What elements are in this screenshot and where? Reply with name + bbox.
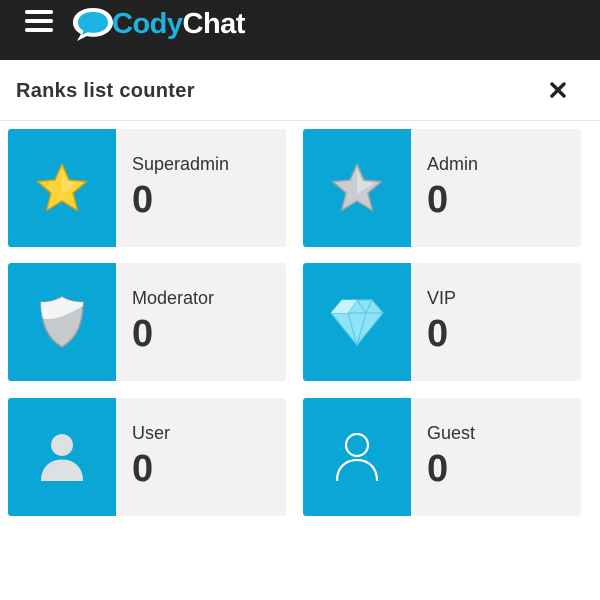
- rank-icon-box: [303, 398, 411, 516]
- top-bar: CodyChat: [0, 0, 600, 60]
- chat-bubble-logo-icon: [73, 8, 113, 41]
- rank-card-vip: VIP 0: [303, 263, 581, 381]
- rank-card-user: User 0: [8, 398, 286, 516]
- shield-icon: [40, 296, 84, 348]
- rank-card-moderator: Moderator 0: [8, 263, 286, 381]
- panel-title: Ranks list counter: [16, 80, 195, 102]
- rank-label: VIP: [427, 288, 457, 308]
- logo-text-chat: Chat: [182, 7, 246, 40]
- rank-icon-box: [8, 129, 116, 247]
- panel-header: Ranks list counter: [0, 60, 600, 121]
- rank-icon-box: [8, 263, 116, 381]
- rank-card-guest: Guest 0: [303, 398, 581, 516]
- rank-card-admin: Admin 0: [303, 129, 581, 247]
- rank-label: User: [132, 423, 171, 443]
- rank-icon-box: [8, 398, 116, 516]
- rank-icon-box: [303, 263, 411, 381]
- rank-count: 0: [132, 313, 154, 355]
- rank-count: 0: [132, 448, 154, 490]
- logo-text: CodyChat: [112, 8, 245, 41]
- silver-star-icon: [331, 163, 383, 212]
- hamburger-menu-icon[interactable]: [25, 10, 53, 34]
- rank-label: Moderator: [132, 288, 215, 308]
- rank-count: 0: [427, 179, 449, 221]
- user-outline-icon: [335, 432, 379, 482]
- rank-icon-box: [303, 129, 411, 247]
- logo[interactable]: CodyChat: [70, 2, 245, 46]
- rank-label: Admin: [427, 154, 479, 174]
- rank-card-superadmin: Superadmin 0: [8, 129, 286, 247]
- rank-count: 0: [427, 448, 449, 490]
- rank-count: 0: [132, 179, 154, 221]
- close-icon[interactable]: [546, 78, 570, 102]
- logo-text-cody: Cody: [112, 7, 183, 40]
- user-icon: [41, 434, 83, 481]
- rank-count: 0: [427, 313, 449, 355]
- rank-label: Guest: [427, 423, 476, 443]
- gold-star-icon: [36, 163, 88, 212]
- rank-label: Superadmin: [132, 154, 230, 174]
- diamond-icon: [330, 298, 384, 348]
